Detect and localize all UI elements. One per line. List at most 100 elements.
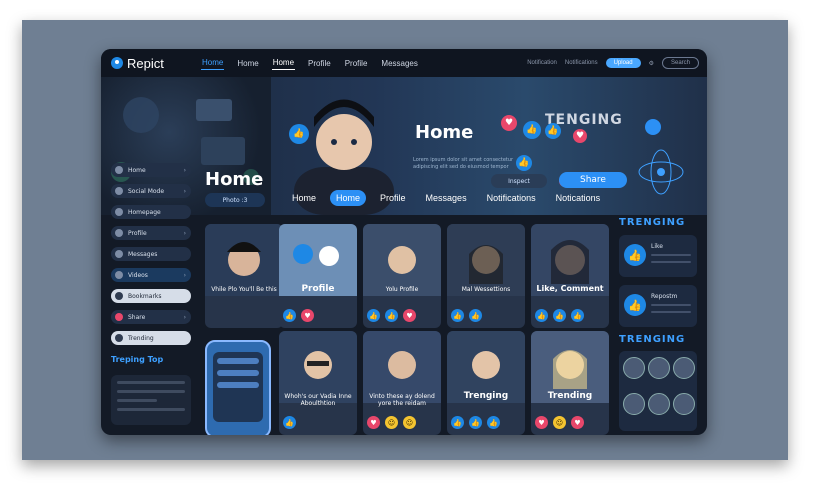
inspect-chip[interactable]: Inspect [491,174,547,188]
post-title: Trending [547,391,593,401]
trending-card[interactable]: 👍 Repostm [619,285,697,327]
like-icon[interactable]: 👍 [487,416,500,429]
post-card[interactable]: Trenging 👍 👍 👍 [447,331,525,435]
topnav-notification[interactable]: Notification [527,60,557,66]
heart-icon[interactable]: ♥ [367,416,380,429]
post-card[interactable]: Profile 👍 ♥ [279,224,357,328]
smiley-icon[interactable]: ☺ [553,416,566,429]
text-line [217,358,259,364]
avatar[interactable] [673,357,695,379]
sidebar-item-label: Videos [128,271,148,279]
search-input[interactable]: Search [661,57,699,69]
sidebar-item-profile[interactable]: Profile › [111,226,191,240]
topnav-notifications[interactable]: Notifications [565,60,598,66]
bookmark-icon [115,292,123,300]
brand-logo-icon [111,57,123,69]
post-card[interactable]: Trending ♥ ☺ ♥ [531,331,609,435]
like-icon[interactable]: 👍 [283,309,296,322]
upload-button[interactable]: Upload [605,58,641,68]
reaction-row: 👍 [283,416,296,429]
avatar[interactable] [673,393,695,415]
sidebar-item-trending[interactable]: Trending [111,331,191,345]
topnav-profile[interactable]: Profile [307,57,332,70]
video-icon [115,271,123,279]
like-icon[interactable]: 👍 [385,309,398,322]
trending-card-label: Repostm [651,293,678,300]
sidebar-item-messages[interactable]: Messages [111,247,191,261]
heart-icon[interactable]: ♥ [501,115,517,131]
brand-name: Repict [127,55,164,71]
like-icon[interactable]: 👍 [523,121,541,139]
avatar[interactable] [623,357,645,379]
like-icon[interactable]: 👍 [469,309,482,322]
tab-messages[interactable]: Messages [420,190,473,206]
brand[interactable]: Repict [111,56,201,71]
text-line [651,311,691,313]
smiley-icon[interactable]: ☺ [385,416,398,429]
tab-home-active[interactable]: Home [330,190,367,206]
gear-icon[interactable]: ⚙ [649,60,654,67]
heart-icon[interactable]: ♥ [535,416,548,429]
tab-notifications[interactable]: Notifications [481,190,542,206]
like-icon[interactable]: 👍 [516,155,532,171]
heart-icon[interactable]: ♥ [571,416,584,429]
sidebar-item-label: Bookmarks [128,292,162,300]
text-line [217,370,259,376]
post-title: Profile [301,284,335,294]
sidebar-item-homepage[interactable]: Homepage [111,205,191,219]
topnav-messages[interactable]: Messages [380,57,418,70]
sidebar-item-share[interactable]: Share › [111,310,191,324]
post-card[interactable]: Like, Comment 👍 👍 👍 [531,224,609,328]
like-icon: 👍 [624,294,646,316]
like-icon[interactable]: 👍 [545,123,561,139]
sidebar-item-social[interactable]: Social Mode › [111,184,191,198]
like-icon[interactable]: 👍 [451,309,464,322]
share-button[interactable]: Share [559,172,627,188]
avatar[interactable] [648,357,670,379]
post-card[interactable]: Yolu Profile 👍 👍 ♥ [363,224,441,328]
photo-chip[interactable]: Photo :3 [205,193,265,207]
heart-icon[interactable]: ♥ [301,309,314,322]
tab-profile[interactable]: Profile [374,190,412,206]
like-icon[interactable]: 👍 [535,309,548,322]
heart-icon[interactable]: ♥ [573,129,587,143]
like-icon[interactable]: 👍 [553,309,566,322]
like-icon[interactable]: 👍 [283,416,296,429]
post-card[interactable]: Whoh's our Vadia Inne Aboulthtion 👍 [279,331,357,435]
like-icon[interactable]: 👍 [469,416,482,429]
topnav-profile-2[interactable]: Profile [344,57,369,70]
post-card[interactable]: Vinto these ay dolend yore the reidam ♥ ☺… [363,331,441,435]
topnav-home[interactable]: Home [201,56,225,70]
avatar-grid [619,351,697,431]
post-card[interactable]: Vhile Plo You'll Be this [205,224,283,328]
trending-card[interactable]: 👍 Like [619,235,697,277]
text-line [117,381,185,384]
chevron-right-icon: › [183,229,186,237]
tab-notications[interactable]: Notications [550,190,607,206]
reaction-row: 👍 👍 👍 [535,309,584,322]
heart-icon[interactable]: ♥ [403,309,416,322]
avatar[interactable] [648,393,670,415]
heart-icon [115,313,123,321]
page-heading: Home [205,169,264,190]
post-title: Yolu Profile [385,286,419,293]
sidebar-item-bookmarks[interactable]: Bookmarks [111,289,191,303]
like-icon[interactable]: 👍 [571,309,584,322]
smiley-icon[interactable]: ☺ [403,416,416,429]
like-icon[interactable]: 👍 [289,124,309,144]
avatar[interactable] [623,393,645,415]
post-title: Vhile Plo You'll Be this [211,286,277,293]
sidebar-item-home[interactable]: Home › [111,163,191,177]
like-icon[interactable]: 👍 [367,309,380,322]
topnav-home-3[interactable]: Home [271,56,296,70]
sidebar-item-videos[interactable]: Videos › [111,268,191,282]
sidebar: Home › Social Mode › Homepage Profile › Mes… [111,163,191,352]
globe-icon [115,187,123,195]
tab-home[interactable]: Home [286,190,322,206]
post-card[interactable]: Mal Wessettions 👍 👍 [447,224,525,328]
topnav-home-2[interactable]: Home [236,57,259,70]
like-icon[interactable]: 👍 [451,416,464,429]
text-line [651,261,691,263]
text-line [651,254,691,256]
top-navbar: Repict Home Home Home Profile Profile Me… [101,49,707,77]
